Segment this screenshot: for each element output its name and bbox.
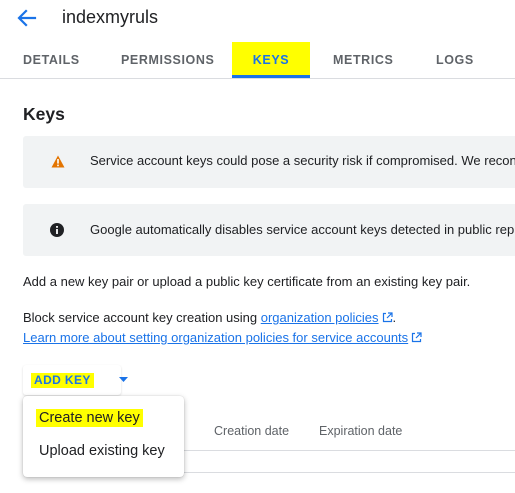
add-key-menu: Create new key Upload existing key: [23, 396, 184, 477]
column-creation-date: Creation date: [214, 424, 290, 438]
organization-policies-link[interactable]: organization policies: [261, 310, 379, 325]
warning-banner-text: Service account keys could pose a securi…: [90, 153, 515, 168]
external-link-icon: [412, 332, 422, 343]
page-title: indexmyruls: [62, 7, 159, 27]
info-banner-text: Google automatically disables service ac…: [90, 222, 515, 237]
external-link-icon: [382, 312, 393, 323]
tab-details[interactable]: DETAILS: [23, 42, 80, 78]
section-title: Keys: [23, 104, 65, 124]
block-creation-suffix: .: [392, 310, 397, 325]
info-icon: [50, 223, 64, 237]
intro-text: Add a new key pair or upload a public ke…: [23, 274, 471, 289]
block-creation-text: Block service account key creation using…: [23, 310, 396, 325]
tab-bar: DETAILS PERMISSIONS KEYS METRICS LOGS: [0, 42, 515, 79]
header: indexmyruls: [0, 0, 515, 42]
menu-item-create-new-key[interactable]: Create new key: [36, 409, 143, 427]
tab-metrics[interactable]: METRICS: [333, 42, 393, 78]
block-creation-prefix: Block service account key creation using: [23, 310, 261, 325]
menu-item-upload-existing-key[interactable]: Upload existing key: [39, 443, 165, 459]
arrow-back-icon[interactable]: [14, 7, 40, 29]
tab-keys[interactable]: KEYS: [232, 42, 310, 78]
warning-icon: [51, 155, 65, 168]
warning-banner: Service account keys could pose a securi…: [23, 136, 515, 188]
caret-down-icon: [119, 377, 128, 382]
tab-permissions[interactable]: PERMISSIONS: [121, 42, 214, 78]
learn-more-link[interactable]: Learn more about setting organization po…: [23, 330, 408, 345]
add-key-button[interactable]: ADD KEY: [23, 365, 128, 395]
column-expiration-date: Expiration date: [319, 424, 403, 438]
add-key-label: ADD KEY: [31, 373, 94, 388]
info-banner: Google automatically disables service ac…: [23, 204, 515, 256]
learn-more-line: Learn more about setting organization po…: [23, 330, 422, 345]
tab-logs[interactable]: LOGS: [436, 42, 474, 78]
active-tab-indicator: [232, 75, 310, 78]
